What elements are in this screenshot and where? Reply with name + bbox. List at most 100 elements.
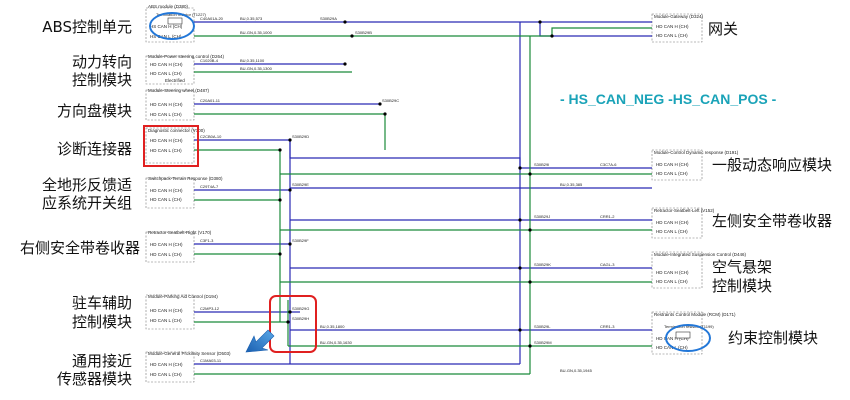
splice-dot bbox=[550, 34, 554, 38]
module-title: Switchpack-Terrain Response (D380) bbox=[148, 176, 223, 181]
pin-label: HD CAN L (CH) bbox=[150, 71, 182, 76]
callout-power-steering: 动力转向 bbox=[72, 53, 132, 71]
pin-label: HD CAN L (CH) bbox=[150, 318, 182, 323]
module-box-right-belt bbox=[145, 231, 195, 263]
pin-label: HD CAN H (CH) bbox=[150, 62, 183, 67]
connector-label: CAGL-3 bbox=[600, 262, 615, 267]
callouts-right: 网关 一般动态响应模块 左侧安全带卷收器 空气悬架 控制模块 约束控制模块 bbox=[708, 20, 832, 347]
module-title: Module-Control Dynamic response (D191) bbox=[654, 150, 739, 155]
splice-label: S30B29H bbox=[292, 316, 309, 321]
wire-label: BU-GN,0.35,1000 bbox=[240, 30, 273, 35]
pin-label: HD CAN H (CH) bbox=[656, 162, 689, 167]
wire-label: BU-GN,0.35,1630 bbox=[320, 340, 353, 345]
splice-dot bbox=[518, 218, 522, 222]
module-title: ABS module (D380) bbox=[148, 4, 189, 9]
pin-label: HS CAN H (CH) bbox=[150, 24, 183, 29]
module-title: Retractor-Seatbelt-Right (V170) bbox=[148, 230, 212, 235]
splice-dot bbox=[518, 266, 522, 270]
splice-label: S30B29I bbox=[534, 162, 549, 167]
branch-gw-pos bbox=[539, 22, 652, 37]
pin-label: HD CAN L (CH) bbox=[150, 148, 182, 153]
pin-label: HD CAN H (CH) bbox=[656, 270, 689, 275]
module-title: Module-General Proximity Sensor (D503) bbox=[148, 351, 231, 356]
splice-dot bbox=[538, 20, 542, 24]
callout-diag-connector: 诊断连接器 bbox=[57, 140, 132, 158]
module-sub: Electrified bbox=[165, 78, 185, 83]
splice-dot bbox=[343, 20, 347, 24]
can-neg-wires bbox=[194, 27, 652, 375]
pin-label: HD CAN H (CH) bbox=[150, 138, 183, 143]
wire-label: BU,0.35,1800 bbox=[320, 324, 345, 329]
callouts-left: ABS控制单元 动力转向 控制模块 方向盘模块 诊断连接器 全地形反馈适 应系统… bbox=[20, 18, 140, 388]
splice-dot bbox=[528, 228, 532, 232]
module-title: Diagnostic connector (V100) bbox=[148, 128, 205, 133]
wire-label: BU,0.35,1100 bbox=[240, 58, 265, 63]
splice-dot bbox=[528, 172, 532, 176]
pin-label: HD CAN L (CH) bbox=[656, 171, 688, 176]
wire-diag-pos bbox=[194, 139, 652, 169]
splice-dot bbox=[518, 166, 522, 170]
splice-label: S30B29E bbox=[292, 182, 309, 187]
callout-terrain-response: 应系统开关组 bbox=[42, 194, 132, 212]
right-module-text: Module-Gateway (D324) HD CAN H (CH) HD C… bbox=[654, 14, 747, 350]
branch-gw-neg bbox=[551, 27, 652, 36]
splice-dot bbox=[350, 34, 354, 38]
pin-label: HD CAN L (CH) bbox=[150, 197, 182, 202]
callout-right-belt: 右侧安全带卷收器 bbox=[20, 239, 140, 257]
splice-label: S30B29A bbox=[320, 16, 337, 21]
pin-label: HD CAN H (CH) bbox=[150, 362, 183, 367]
pin-label: HD CAN L (CH) bbox=[656, 33, 688, 38]
pin-label: HD CAN L (CH) bbox=[656, 229, 688, 234]
module-title: Module-Steering wheel (D487) bbox=[148, 88, 210, 93]
module-title: Module-Gateway (D324) bbox=[654, 14, 704, 19]
callout-gateway: 网关 bbox=[708, 20, 738, 38]
callout-steering-wheel: 方向盘模块 bbox=[57, 102, 132, 120]
module-title: Restraints Control Module (RCM) (D171) bbox=[654, 312, 736, 317]
legend-can-bus: - HS_CAN_NEG -HS_CAN_POS - bbox=[560, 91, 777, 107]
pin-label: HD CAN L (CH) bbox=[656, 279, 688, 284]
pin-label: HD CAN L (CH) bbox=[150, 252, 182, 257]
highlight-box-splice bbox=[269, 295, 317, 353]
splice-label: S30B29B bbox=[355, 30, 372, 35]
callout-air-suspension: 控制模块 bbox=[712, 277, 772, 295]
splice-label: S30B29F bbox=[292, 238, 309, 243]
splice-dot bbox=[288, 188, 292, 192]
connector-label: C1020B-4 bbox=[200, 58, 219, 63]
splice-label: S30B29G bbox=[292, 306, 309, 311]
splice-dot bbox=[383, 112, 387, 116]
connector-label: C2CB0A-10 bbox=[200, 134, 222, 139]
callout-left-belt: 左侧安全带卷收器 bbox=[712, 212, 832, 230]
splice-dot bbox=[518, 328, 522, 332]
callout-abs: ABS控制单元 bbox=[42, 18, 132, 36]
connector-label: C3C7A-6 bbox=[600, 162, 617, 167]
wire-label: BU-GN,0.35,1945 bbox=[560, 368, 593, 373]
callout-terrain-response: 全地形反馈适 bbox=[42, 176, 132, 194]
connector-label: CRR1-3 bbox=[600, 324, 615, 329]
wire-label: BU,0.35,573 bbox=[240, 16, 263, 21]
wire-labels: C40A01A-20 BU,0.35,573 BU-GN,0.35,1000 S… bbox=[200, 16, 617, 373]
wire-label: BU-GN,0.35,1300 bbox=[240, 66, 273, 71]
callout-proximity: 传感器模块 bbox=[57, 370, 132, 388]
splice-dot bbox=[286, 320, 290, 324]
pin-label: HD CAN H (CH) bbox=[150, 308, 183, 313]
splice-dot bbox=[343, 62, 347, 66]
splice-dot bbox=[528, 344, 532, 348]
callout-proximity: 通用接近 bbox=[72, 352, 132, 370]
splice-dot bbox=[278, 198, 282, 202]
callout-restraints: 约束控制模块 bbox=[728, 329, 818, 347]
module-title: Module-Parking Aid Control (D194) bbox=[148, 294, 218, 299]
splice-label: S30B29L bbox=[534, 324, 551, 329]
connector-label: CRR1-2 bbox=[600, 214, 615, 219]
can-bus-wiring-diagram: ABS module (D380) HS CAN H (CH) HS CAN L… bbox=[20, 4, 832, 388]
pin-label: HD CAN L (CH) bbox=[150, 112, 182, 117]
callout-park-assist: 驻车辅助 bbox=[72, 294, 132, 312]
callout-dynamic-response: 一般动态响应模块 bbox=[712, 156, 832, 174]
pin-label: HD CAN H (CH) bbox=[150, 188, 183, 193]
pin-label: HD CAN H (CH) bbox=[150, 102, 183, 107]
callout-park-assist: 控制模块 bbox=[72, 313, 132, 331]
splice-label: S30B29M bbox=[534, 340, 552, 345]
can-pos-wires bbox=[194, 21, 652, 365]
splice-label: S30B29C bbox=[382, 98, 399, 103]
splice-dots bbox=[278, 20, 554, 348]
wire-label: BU,0.35,385 bbox=[560, 182, 583, 187]
